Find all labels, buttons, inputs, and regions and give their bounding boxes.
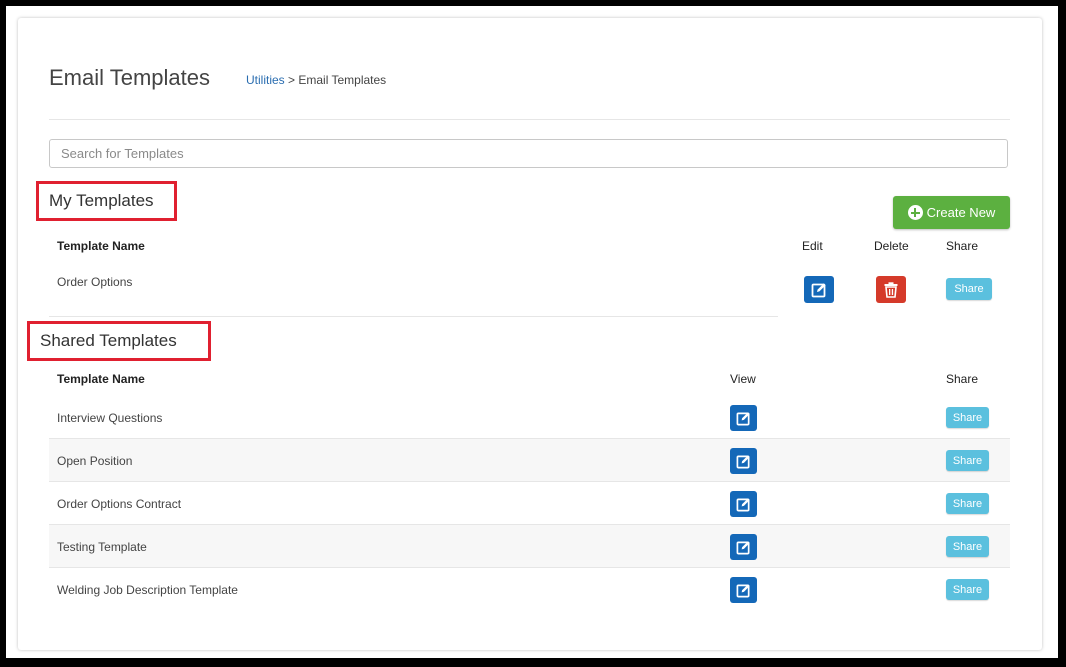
my-col-share: Share — [946, 239, 979, 253]
page-title: Email Templates — [49, 65, 210, 90]
my-templates-title: My Templates — [36, 181, 177, 221]
shared-share-button[interactable]: Share — [946, 407, 989, 428]
delete-button[interactable] — [876, 276, 906, 303]
my-col-delete: Delete — [874, 239, 909, 253]
row-divider — [49, 481, 1010, 482]
plus-circle-icon — [907, 205, 923, 220]
edit-icon — [736, 454, 750, 468]
shared-col-view: View — [730, 372, 756, 386]
shared-share-button[interactable]: Share — [946, 579, 989, 600]
shared-templates-title: Shared Templates — [27, 321, 211, 361]
my-share-button[interactable]: Share — [946, 278, 992, 300]
view-button[interactable] — [730, 448, 757, 474]
view-button[interactable] — [730, 577, 757, 603]
shared-share-button[interactable]: Share — [946, 493, 989, 514]
row-divider — [49, 567, 1010, 568]
shared-row-name: Open Position — [57, 454, 133, 468]
shared-col-share: Share — [946, 372, 979, 386]
my-col-edit: Edit — [802, 239, 823, 253]
shared-row-name: Testing Template — [57, 540, 147, 554]
my-col-template-name: Template Name — [57, 239, 145, 253]
create-new-button[interactable]: Create New — [893, 196, 1010, 229]
breadcrumb-separator: > — [284, 73, 299, 87]
table-row — [49, 525, 1010, 567]
trash-icon — [884, 281, 898, 298]
my-templates-row-divider — [49, 316, 778, 317]
search-input[interactable] — [49, 139, 1008, 168]
table-row — [49, 439, 1010, 481]
view-button[interactable] — [730, 534, 757, 560]
edit-icon — [736, 583, 750, 597]
create-new-label: Create New — [926, 205, 996, 220]
breadcrumb: Utilities > Email Templates — [246, 73, 386, 87]
app-window: Email Templates Utilities > Email Templa… — [5, 5, 1059, 659]
edit-icon — [736, 540, 750, 554]
shared-col-template-name: Template Name — [57, 372, 145, 386]
shared-row-name: Order Options Contract — [57, 497, 182, 511]
breadcrumb-current: Email Templates — [298, 73, 387, 87]
edit-icon — [811, 282, 826, 297]
edit-button[interactable] — [804, 276, 834, 303]
view-button[interactable] — [730, 491, 757, 517]
edit-icon — [736, 411, 750, 425]
view-button[interactable] — [730, 405, 757, 431]
edit-icon — [736, 497, 750, 511]
shared-row-name: Welding Job Description Template — [57, 583, 238, 597]
my-template-name: Order Options — [57, 275, 133, 289]
shared-row-name: Interview Questions — [57, 411, 163, 425]
header-divider — [49, 119, 1010, 120]
shared-share-button[interactable]: Share — [946, 450, 989, 471]
breadcrumb-link-utilities[interactable]: Utilities — [246, 73, 285, 87]
shared-share-button[interactable]: Share — [946, 536, 989, 557]
